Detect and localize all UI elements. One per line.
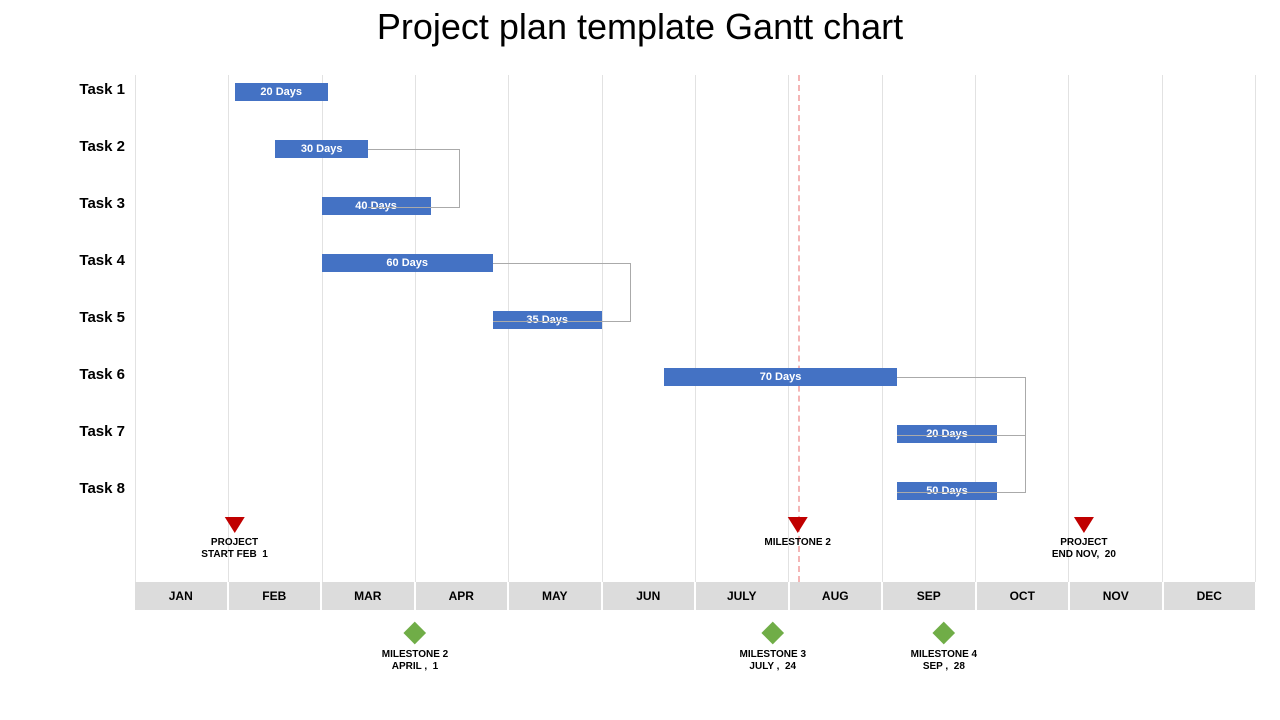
month-cell: DEC: [1164, 582, 1256, 610]
task-label: Task 7: [40, 423, 125, 440]
milestone-bottom: MILESTONE 4 SEP , 28: [911, 625, 978, 673]
triangle-down-icon: [225, 517, 245, 533]
page-title: Project plan template Gantt chart: [0, 6, 1280, 48]
task-bar: 60 Days: [322, 254, 493, 272]
milestone-top: PROJECT END NOV, 20: [1052, 517, 1116, 561]
task-label: Task 6: [40, 366, 125, 383]
triangle-down-icon: [1074, 517, 1094, 533]
month-cell: SEP: [883, 582, 975, 610]
task-label: Task 5: [40, 309, 125, 326]
task-bar: 30 Days: [275, 140, 368, 158]
diamond-icon: [404, 622, 427, 645]
month-cell: NOV: [1070, 582, 1162, 610]
gantt-chart: JANFEBMARAPRMAYJUNJULYAUGSEPOCTNOVDEC Ta…: [40, 75, 1260, 610]
diamond-icon: [933, 622, 956, 645]
month-cell: FEB: [229, 582, 321, 610]
diamond-icon: [761, 622, 784, 645]
task-bar: 20 Days: [235, 83, 328, 101]
task-label: Task 2: [40, 138, 125, 155]
month-cell: AUG: [790, 582, 882, 610]
task-bar: 35 Days: [493, 311, 602, 329]
milestone-bottom: MILESTONE 3 JULY , 24: [740, 625, 807, 673]
month-cell: JAN: [135, 582, 227, 610]
milestone-top: PROJECT START FEB 1: [201, 517, 267, 561]
task-label: Task 1: [40, 81, 125, 98]
task-bar: 70 Days: [664, 368, 897, 386]
month-cell: MAY: [509, 582, 601, 610]
triangle-down-icon: [788, 517, 808, 533]
progress-line: [798, 75, 800, 582]
task-bar: 20 Days: [897, 425, 997, 443]
month-cell: JULY: [696, 582, 788, 610]
task-label: Task 4: [40, 252, 125, 269]
milestone-top: MILESTONE 2: [764, 517, 831, 549]
task-label: Task 3: [40, 195, 125, 212]
task-label: Task 8: [40, 480, 125, 497]
task-bar: 40 Days: [322, 197, 431, 215]
month-cell: MAR: [322, 582, 414, 610]
task-bar: 50 Days: [897, 482, 997, 500]
month-cell: JUN: [603, 582, 695, 610]
milestone-bottom: MILESTONE 2 APRIL , 1: [382, 625, 449, 673]
month-cell: APR: [416, 582, 508, 610]
month-axis: JANFEBMARAPRMAYJUNJULYAUGSEPOCTNOVDEC: [135, 582, 1255, 610]
month-cell: OCT: [977, 582, 1069, 610]
